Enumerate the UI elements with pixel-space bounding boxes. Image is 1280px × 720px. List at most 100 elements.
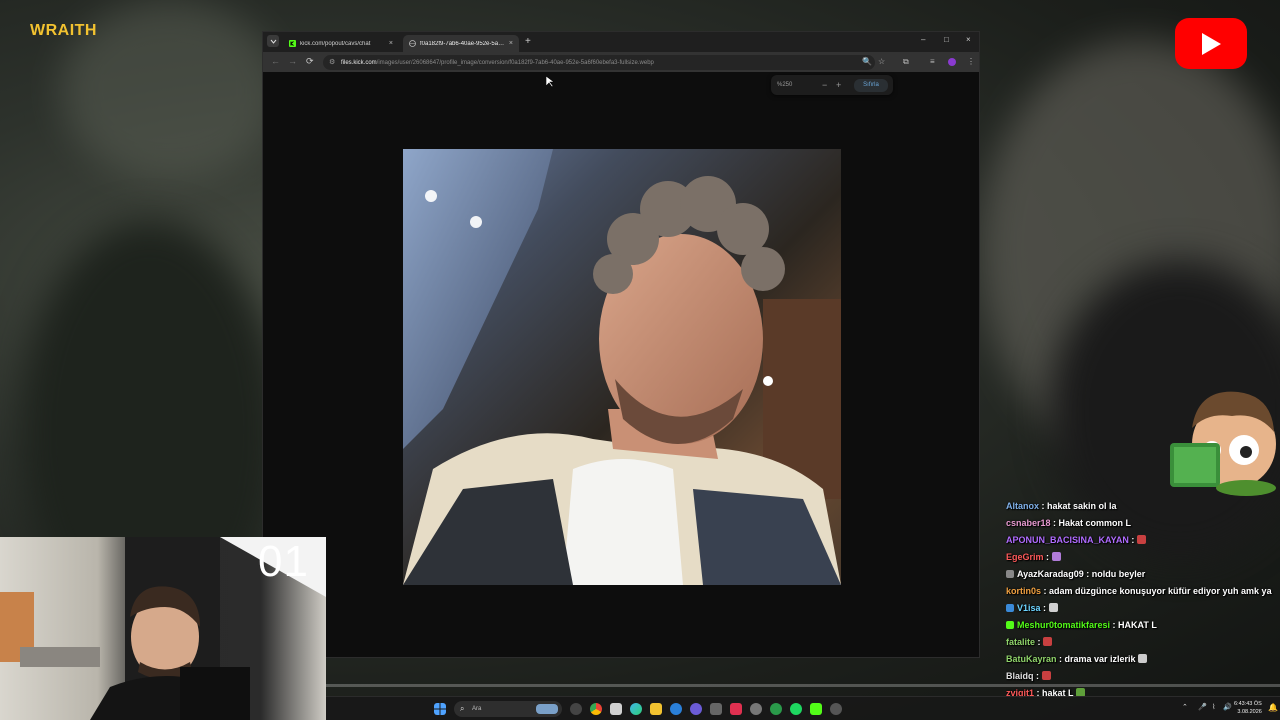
chat-text: Hakat common L <box>1058 518 1132 528</box>
kick-favicon-icon <box>289 40 296 47</box>
back-button[interactable]: ← <box>271 56 280 66</box>
wraith-logo: WRAITH <box>30 22 97 39</box>
tab-profile-image[interactable]: f0a182f9-7ab6-40ae-952e-5a6f6 × <box>403 35 519 52</box>
zoom-popup: %250 − + Sıfırla <box>771 75 893 95</box>
chat-message: EgeGrim : <box>1006 549 1280 566</box>
chat-text: hakat sakin ol la <box>1047 501 1117 511</box>
chat-message: V1isa : <box>1006 600 1280 617</box>
taskbar-search-placeholder: Ara <box>472 706 482 712</box>
browser-toolbar: ← → ⟳ ⚙ files.kick.com/images/user/26068… <box>263 52 979 72</box>
zoom-icon[interactable]: 🔍 <box>862 57 872 66</box>
chat-username[interactable]: APONUN_BACISINA_KAYAN <box>1006 535 1129 545</box>
chat-username[interactable]: Blaidq <box>1006 671 1034 681</box>
minimize-button[interactable]: – <box>921 35 925 44</box>
chat-username[interactable]: fatalite <box>1006 637 1035 647</box>
new-tab-button[interactable]: + <box>525 36 531 47</box>
notepad-icon[interactable] <box>610 703 622 715</box>
site-info-icon[interactable]: ⚙ <box>329 58 335 66</box>
chat-message: Meshur0tomatikfaresi : HAKAT L <box>1006 617 1280 634</box>
app-icon-discord[interactable] <box>690 703 702 715</box>
bookmark-star-icon[interactable]: ☆ <box>878 57 885 66</box>
taskbar-search-input[interactable]: ⌕ Ara <box>454 701 562 717</box>
chat-emote-icon <box>1043 637 1053 646</box>
chat-username[interactable]: EgeGrim <box>1006 552 1044 562</box>
chat-emote-icon <box>1048 603 1058 612</box>
chat-username[interactable]: Altanox <box>1006 501 1039 511</box>
app-icon-whatsapp[interactable] <box>770 703 782 715</box>
tab-close-button[interactable]: × <box>509 40 513 47</box>
profile-image <box>403 149 841 585</box>
zoom-in-button[interactable]: + <box>836 80 841 90</box>
search-highlight-icon <box>536 704 558 714</box>
user-badge-icon <box>1006 604 1014 612</box>
user-badge-icon <box>1006 570 1014 578</box>
app-icon-red[interactable] <box>730 703 742 715</box>
reload-button[interactable]: ⟳ <box>306 56 314 67</box>
chat-username[interactable]: V1isa <box>1017 603 1041 613</box>
chat-message: csnaber18 : Hakat common L <box>1006 518 1132 528</box>
microphone-icon[interactable]: 🎤 <box>1198 703 1207 711</box>
zoom-out-button[interactable]: − <box>822 80 827 90</box>
tab-title: kick.com/popout/cavs/chat <box>300 40 371 47</box>
windows-taskbar: ⌕ Ara ⌃ 🎤 ⌇ 🔊 6:43:43 ÖS 3.08.2026 🔔 <box>326 696 1280 720</box>
chat-username[interactable]: Meshur0tomatikfaresi <box>1017 620 1110 630</box>
mascot-illustration <box>1170 391 1276 496</box>
spotify-icon[interactable] <box>790 703 802 715</box>
maximize-button[interactable]: □ <box>944 35 949 44</box>
youtube-logo <box>1175 18 1247 69</box>
edge-icon[interactable] <box>630 703 642 715</box>
taskbar-clock[interactable]: 6:43:43 ÖS 3.08.2026 <box>1234 700 1262 716</box>
app-icon-c[interactable] <box>670 703 682 715</box>
clock-date: 3.08.2026 <box>1237 709 1262 715</box>
chat-emote-icon <box>1041 671 1051 680</box>
clock-time: 6:43:43 ÖS <box>1234 701 1262 707</box>
profile-avatar-icon[interactable] <box>948 58 956 66</box>
address-bar[interactable]: ⚙ files.kick.com/images/user/26068647/pr… <box>323 55 875 70</box>
chat-text: adam düzgünce konuşuyor küfür ediyor yuh… <box>1049 586 1272 596</box>
app-icon-store[interactable] <box>710 703 722 715</box>
browser-window: kick.com/popout/cavs/chat × f0a182f9-7ab… <box>262 31 980 658</box>
chat-message: BatuKayran : drama var izlerik <box>1006 651 1280 668</box>
chat-username[interactable]: BatuKayran <box>1006 654 1057 664</box>
media-control-icon[interactable]: ≡ <box>930 57 935 66</box>
zoom-reset-button[interactable]: Sıfırla <box>854 78 888 92</box>
tab-bar: kick.com/popout/cavs/chat × f0a182f9-7ab… <box>263 32 979 52</box>
app-icon-obs[interactable] <box>830 703 842 715</box>
tab-search-button[interactable] <box>267 35 279 47</box>
chat-message: Altanox : hakat sakin ol la <box>1006 501 1117 511</box>
chrome-icon[interactable] <box>590 703 602 715</box>
chat-username[interactable]: csnaber18 <box>1006 518 1051 528</box>
tray-overflow-chevron-icon[interactable]: ⌃ <box>1182 703 1188 711</box>
chat-message: kortin0s : adam düzgünce konuşuyor küfür… <box>1006 586 1272 596</box>
tab-close-button[interactable]: × <box>389 40 393 47</box>
page-viewport: %250 − + Sıfırla <box>263 72 979 657</box>
tab-kick-chat[interactable]: kick.com/popout/cavs/chat × <box>283 35 399 52</box>
chat-emote-icon <box>1138 654 1148 663</box>
windows-start-icon[interactable] <box>434 703 446 715</box>
zoom-level: %250 <box>777 82 793 88</box>
chat-message: fatalite : <box>1006 634 1280 651</box>
notification-bell-icon[interactable]: 🔔 <box>1268 703 1278 712</box>
chat-emote-icon <box>1136 535 1146 544</box>
file-explorer-icon[interactable] <box>650 703 662 715</box>
task-view-icon[interactable] <box>570 703 582 715</box>
menu-kebab-icon[interactable]: ⋮ <box>967 57 975 66</box>
globe-icon <box>409 40 416 47</box>
chat-username[interactable]: kortin0s <box>1006 586 1041 596</box>
forward-button[interactable]: → <box>288 56 297 66</box>
url-path: /images/user/26068647/profile_image/conv… <box>376 59 654 66</box>
app-icon-green[interactable] <box>810 703 822 715</box>
chevron-down-icon <box>270 39 276 44</box>
extensions-icon[interactable]: ⧉ <box>903 57 909 67</box>
chat-text: HAKAT L <box>1118 620 1157 630</box>
app-icon-dark[interactable] <box>750 703 762 715</box>
user-badge-icon <box>1006 621 1014 629</box>
volume-icon[interactable]: 🔊 <box>1223 703 1232 711</box>
video-progress-track <box>326 684 1280 687</box>
chat-emote-icon <box>1051 552 1061 561</box>
close-window-button[interactable]: × <box>966 35 971 44</box>
chat-message: Blaidq : <box>1006 668 1280 685</box>
chat-username[interactable]: AyazKaradag09 <box>1017 569 1084 579</box>
network-icon[interactable]: ⌇ <box>1212 703 1215 711</box>
chat-text: drama var izlerik <box>1064 654 1136 664</box>
